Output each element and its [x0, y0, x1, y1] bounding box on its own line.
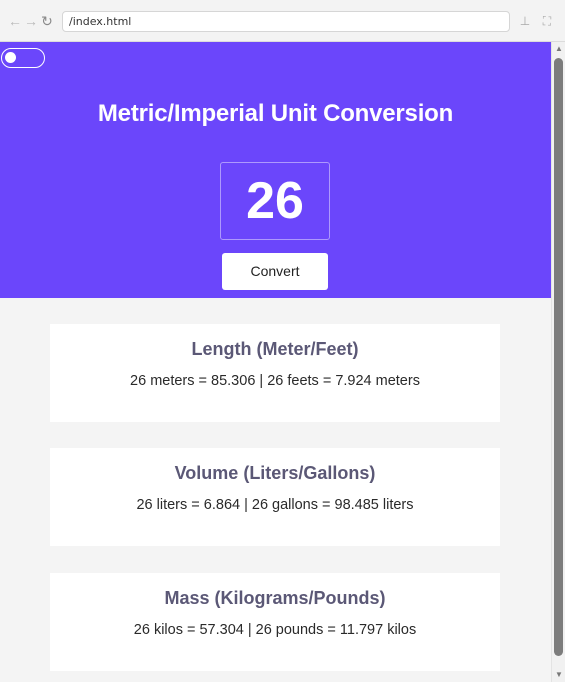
- mass-card: Mass (Kilograms/Pounds) 26 kilos = 57.30…: [50, 573, 500, 671]
- volume-card-title: Volume (Liters/Gallons): [174, 463, 376, 483]
- back-arrow-icon[interactable]: ←: [8, 13, 22, 29]
- toggle-knob: [5, 52, 16, 63]
- mass-card-title: Mass (Kilograms/Pounds): [164, 588, 386, 608]
- page-title: Metric/Imperial Unit Conversion: [97, 100, 454, 127]
- length-card-title: Length (Meter/Feet): [191, 339, 359, 359]
- volume-card: Volume (Liters/Gallons) 26 liters = 6.86…: [50, 448, 500, 546]
- vertical-scrollbar[interactable]: ▲ ▼: [551, 42, 565, 682]
- scroll-thumb[interactable]: [554, 58, 563, 656]
- length-card-result: 26 meters = 85.306 | 26 feets = 7.924 me…: [130, 373, 420, 389]
- convert-button[interactable]: Convert: [222, 253, 328, 290]
- address-bar[interactable]: /index.html: [62, 11, 510, 32]
- theme-toggle[interactable]: [1, 48, 45, 68]
- page-viewport: Metric/Imperial Unit Conversion 26 Conve…: [0, 42, 551, 682]
- fullscreen-icon[interactable]: ⛶: [540, 13, 554, 29]
- scroll-up-icon[interactable]: ▲: [554, 44, 564, 54]
- number-input[interactable]: 26: [220, 162, 330, 240]
- volume-card-result: 26 liters = 6.864 | 26 gallons = 98.485 …: [136, 497, 414, 513]
- mass-card-result: 26 kilos = 57.304 | 26 pounds = 11.797 k…: [133, 622, 417, 638]
- forward-arrow-icon[interactable]: →: [24, 13, 38, 29]
- length-card: Length (Meter/Feet) 26 meters = 85.306 |…: [50, 324, 500, 422]
- reload-icon[interactable]: ↻: [40, 13, 54, 29]
- pin-icon[interactable]: ⊥: [518, 13, 532, 29]
- hero-section: Metric/Imperial Unit Conversion 26 Conve…: [0, 42, 551, 298]
- browser-toolbar: ← → ↻ /index.html ⊥ ⛶: [0, 0, 565, 42]
- scroll-down-icon[interactable]: ▼: [554, 670, 564, 680]
